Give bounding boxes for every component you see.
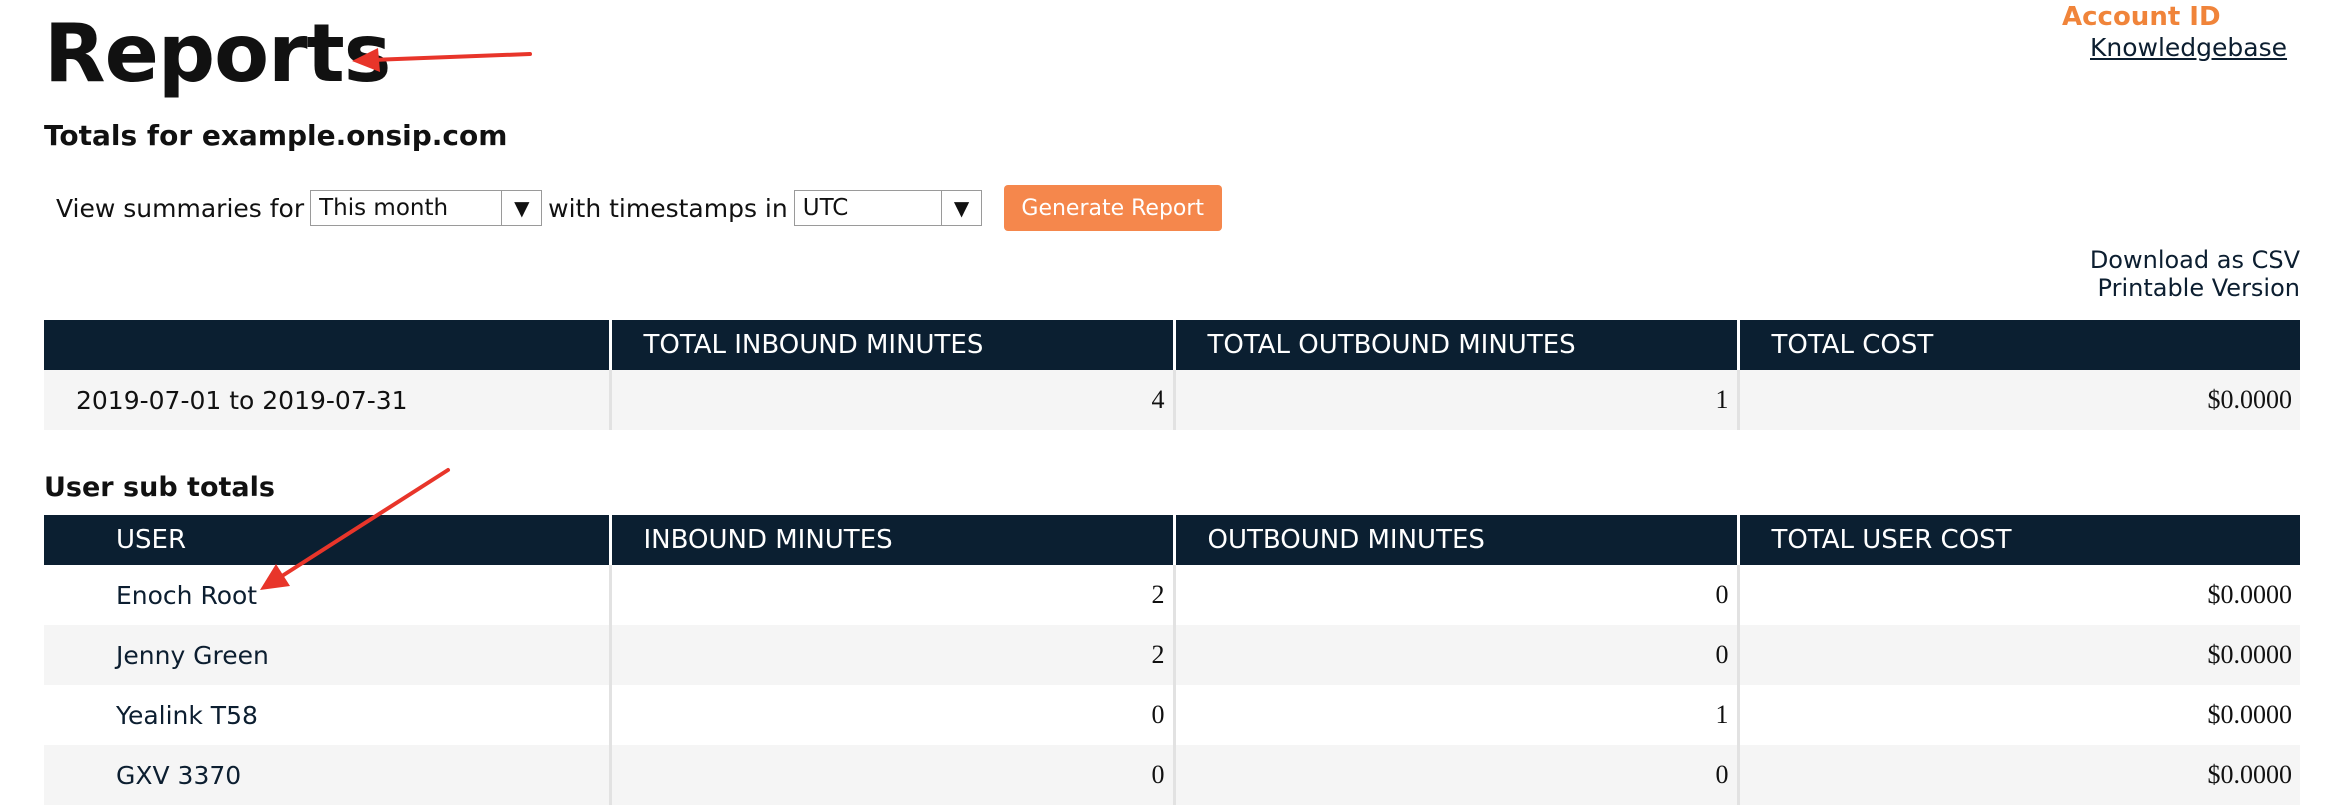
user-outbound: 1 [1172,685,1738,745]
timezone-select[interactable]: UTC ▼ [793,190,982,226]
user-inbound: 2 [608,625,1174,685]
users-header-row: USER INBOUND MINUTES OUTBOUND MINUTES TO… [44,515,2300,565]
user-link[interactable]: Jenny Green [44,625,610,685]
timezone-select-value: UTC [802,195,849,221]
view-summaries-label: View summaries for [56,193,305,223]
user-cost: $0.0000 [1736,685,2300,745]
user-link[interactable]: Enoch Root [44,565,610,625]
download-csv-link[interactable]: Download as CSV [2090,246,2300,274]
user-outbound: 0 [1172,745,1738,805]
summary-row: 2019-07-01 to 2019-07-31 4 1 $0.0000 [44,370,2300,430]
table-row: Enoch Root 2 0 $0.0000 [44,565,2300,625]
period-select-value: This month [319,195,449,221]
users-header-user: USER [44,515,610,565]
filter-row: View summaries for This month ▼ with tim… [56,185,1222,231]
page-title: Reports [44,7,391,100]
summary-table: TOTAL INBOUND MINUTES TOTAL OUTBOUND MIN… [44,320,2300,430]
user-link[interactable]: Yealink T58 [44,685,610,745]
user-link[interactable]: GXV 3370 [44,745,610,805]
users-header-cost: TOTAL USER COST [1736,515,2300,565]
summary-header-inbound: TOTAL INBOUND MINUTES [608,320,1174,370]
user-outbound: 0 [1172,565,1738,625]
account-id-label: Account ID [2062,2,2221,32]
user-cost: $0.0000 [1736,745,2300,805]
totals-heading: Totals for example.onsip.com [44,119,508,152]
users-table: USER INBOUND MINUTES OUTBOUND MINUTES TO… [44,515,2300,805]
timestamps-label: with timestamps in [548,193,788,223]
knowledgebase-link[interactable]: Knowledgebase [2090,31,2287,65]
user-inbound: 2 [608,565,1174,625]
user-inbound: 0 [608,745,1174,805]
export-links: Download as CSV Printable Version [2090,246,2300,302]
table-row: Yealink T58 0 1 $0.0000 [44,685,2300,745]
summary-header-outbound: TOTAL OUTBOUND MINUTES [1172,320,1738,370]
period-select[interactable]: This month ▼ [310,190,543,226]
summary-date-range: 2019-07-01 to 2019-07-31 [44,370,610,430]
user-cost: $0.0000 [1736,565,2300,625]
summary-header-row: TOTAL INBOUND MINUTES TOTAL OUTBOUND MIN… [44,320,2300,370]
users-header-outbound: OUTBOUND MINUTES [1172,515,1738,565]
summary-header-period [44,320,610,370]
table-row: Jenny Green 2 0 $0.0000 [44,625,2300,685]
table-row: GXV 3370 0 0 $0.0000 [44,745,2300,805]
users-header-inbound: INBOUND MINUTES [608,515,1174,565]
user-cost: $0.0000 [1736,625,2300,685]
summary-header-cost: TOTAL COST [1736,320,2300,370]
printable-version-link[interactable]: Printable Version [2090,274,2300,302]
chevron-down-icon[interactable]: ▼ [501,191,541,225]
summary-outbound-value: 1 [1172,370,1738,430]
summary-inbound-value: 4 [608,370,1174,430]
generate-report-button[interactable]: Generate Report [1003,185,1222,231]
users-heading: User sub totals [44,472,275,503]
user-outbound: 0 [1172,625,1738,685]
user-inbound: 0 [608,685,1174,745]
chevron-down-icon[interactable]: ▼ [941,191,980,225]
summary-cost-value: $0.0000 [1736,370,2300,430]
